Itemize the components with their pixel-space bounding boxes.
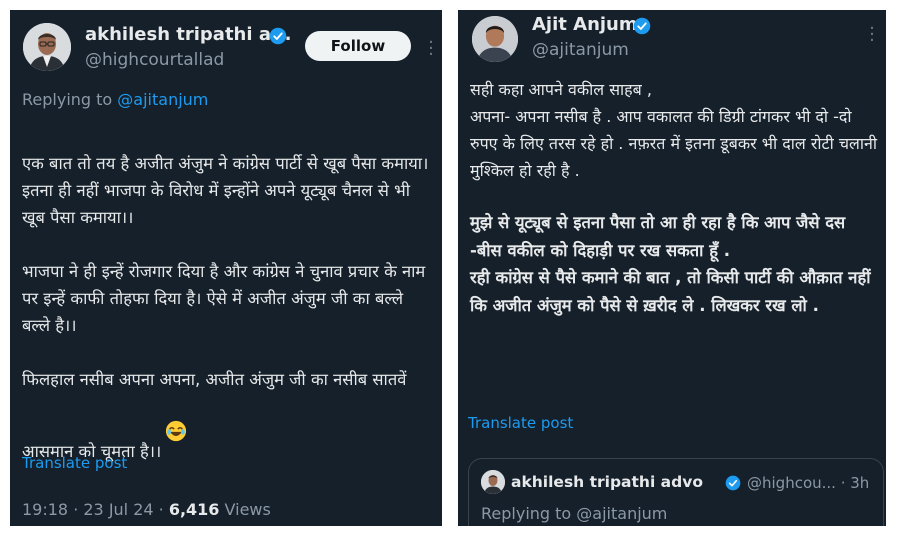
avatar[interactable] — [23, 23, 71, 71]
quoted-replying-to: Replying to @ajitanjum — [481, 504, 668, 523]
quoted-post-card[interactable]: akhilesh tripathi advo @highcou... · 3h … — [468, 458, 884, 526]
replying-to-label: Replying to — [22, 90, 113, 109]
right-post: Ajit Anjum @ajitanjum · · · सही कहा आपने व… — [458, 10, 886, 526]
left-post: akhilesh tripathi a... @highcourtallad F… — [10, 10, 442, 526]
post-body-plain: सही कहा आपने वकील साहब , अपना- अपना नसीब… — [470, 80, 878, 180]
author-handle[interactable]: @highcourtallad — [85, 50, 224, 70]
replying-to-handle-link[interactable]: @ajitanjum — [117, 90, 208, 109]
author-name[interactable]: Ajit Anjum — [532, 14, 638, 35]
translate-post-link[interactable]: Translate post — [22, 454, 127, 472]
replying-to: Replying to @ajitanjum — [22, 90, 208, 109]
verified-badge-icon — [633, 17, 651, 35]
post-metadata: 19:18 · 23 Jul 24 · 6,416 Views — [22, 500, 271, 519]
post-body-bold: मुझे से यूट्यूब से इतना पैसा तो आ ही रहा… — [470, 213, 871, 315]
follow-button[interactable]: Follow — [305, 31, 411, 61]
avatar[interactable] — [472, 16, 518, 62]
more-options-icon[interactable]: · · · — [868, 20, 876, 50]
views-count: 6,416 — [168, 500, 220, 519]
quoted-avatar — [481, 470, 505, 494]
quoted-author-name: akhilesh tripathi advo — [511, 473, 703, 491]
verified-badge-icon — [269, 27, 287, 45]
post-timestamp[interactable]: 19:18 · 23 Jul 24 · — [22, 500, 169, 519]
translate-post-link[interactable]: Translate post — [468, 414, 573, 432]
verified-badge-icon — [725, 475, 741, 491]
author-name[interactable]: akhilesh tripathi a... — [85, 24, 291, 45]
quoted-handle-time: @highcou... · 3h — [747, 474, 870, 492]
views-label: Views — [219, 500, 271, 519]
profile-photo-icon — [472, 16, 518, 62]
post-body-text: एक बात तो तय है अजीत अंजुम ने कांग्रेस प… — [22, 154, 429, 461]
author-handle[interactable]: @ajitanjum — [532, 40, 629, 60]
post-body: एक बात तो तय है अजीत अंजुम ने कांग्रेस प… — [22, 123, 434, 465]
profile-photo-icon — [23, 23, 71, 71]
profile-photo-icon — [481, 470, 505, 494]
laughing-emoji-icon — [165, 393, 187, 442]
more-options-icon[interactable]: · · · — [427, 34, 435, 64]
